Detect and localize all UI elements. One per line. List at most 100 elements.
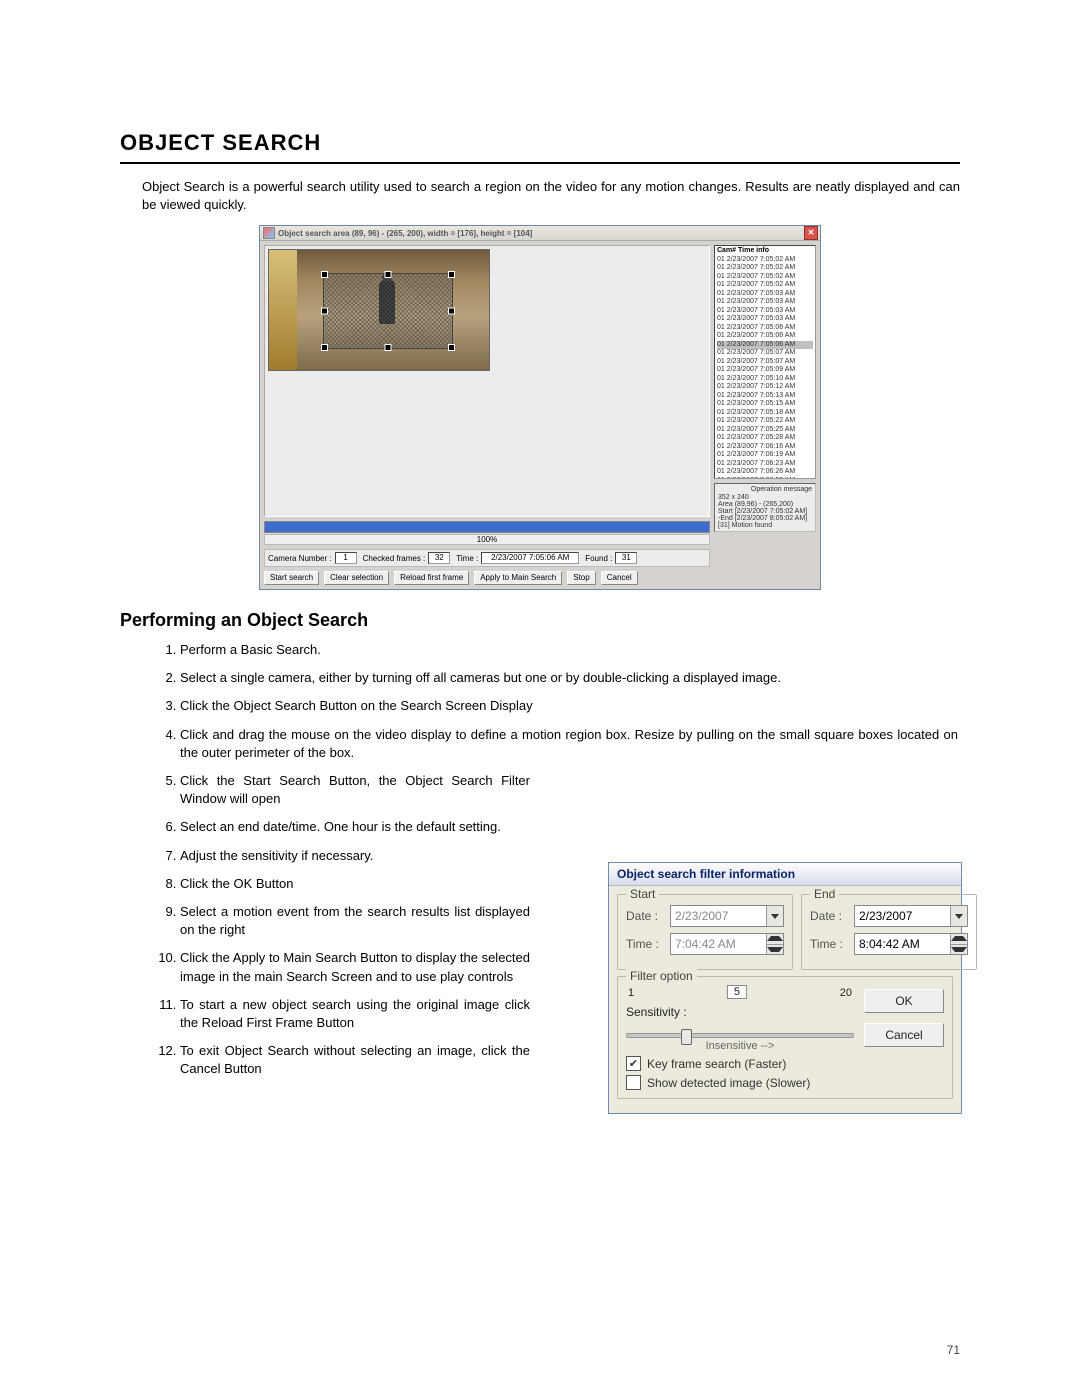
handle-icon[interactable]: [321, 271, 328, 278]
found-label: Found :: [585, 554, 612, 563]
result-row[interactable]: 01 2/23/2007 7:06:29 AM: [717, 477, 813, 480]
step-item: Click the OK Button: [180, 875, 532, 893]
operation-message-title: Operation message: [718, 486, 812, 493]
step-item: Click the Object Search Button on the Se…: [180, 697, 960, 715]
filter-cancel-button[interactable]: Cancel: [864, 1023, 944, 1047]
end-date-label: Date :: [810, 909, 850, 923]
reload-first-frame-button[interactable]: Reload first frame: [394, 571, 469, 585]
checked-frames-label: Checked frames :: [363, 554, 426, 563]
scale-max: 20: [840, 987, 852, 1001]
result-row[interactable]: 01 2/23/2007 7:05:02 AM: [717, 281, 813, 290]
result-row[interactable]: 01 2/23/2007 7:06:19 AM: [717, 451, 813, 460]
handle-icon[interactable]: [448, 271, 455, 278]
step-item: Select a motion event from the search re…: [180, 903, 532, 939]
result-row[interactable]: 01 2/23/2007 7:05:09 AM: [717, 366, 813, 375]
result-row[interactable]: 01 2/23/2007 7:05:10 AM: [717, 375, 813, 384]
result-row[interactable]: 01 2/23/2007 7:05:15 AM: [717, 400, 813, 409]
step-item: To exit Object Search without selecting …: [180, 1042, 532, 1078]
stop-button[interactable]: Stop: [567, 571, 595, 585]
time-value: 2/23/2007 7:05:06 AM: [481, 552, 579, 564]
result-row[interactable]: 01 2/23/2007 7:05:06 AM: [717, 332, 813, 341]
start-search-button[interactable]: Start search: [264, 571, 319, 585]
step-item: Select an end date/time. One hour is the…: [180, 818, 532, 836]
window-titlebar: Object search area (89, 96) - (265, 200)…: [260, 226, 820, 241]
apply-main-search-button[interactable]: Apply to Main Search: [474, 571, 562, 585]
handle-icon[interactable]: [385, 344, 392, 351]
object-search-window: Object search area (89, 96) - (265, 200)…: [259, 225, 821, 590]
time-label: Time :: [456, 554, 478, 563]
show-detected-checkbox[interactable]: [626, 1075, 641, 1090]
end-time-label: Time :: [810, 937, 850, 951]
result-row[interactable]: 01 2/23/2007 7:05:02 AM: [717, 264, 813, 273]
result-row[interactable]: 01 2/23/2007 7:05:06 AM: [717, 341, 813, 350]
close-icon[interactable]: ✕: [804, 226, 818, 240]
start-time-label: Time :: [626, 937, 666, 951]
result-row[interactable]: 01 2/23/2007 7:05:07 AM: [717, 349, 813, 358]
filter-option-group: Filter option 1 5 20 Sensitivity : Insen…: [617, 976, 953, 1099]
result-row[interactable]: 01 2/23/2007 7:05:03 AM: [717, 290, 813, 299]
handle-icon[interactable]: [321, 308, 328, 315]
results-list[interactable]: Cam# Time info 01 2/23/2007 7:05:02 AM01…: [714, 245, 816, 479]
handle-icon[interactable]: [448, 308, 455, 315]
end-date-field[interactable]: 2/23/2007: [854, 905, 968, 927]
result-row[interactable]: 01 2/23/2007 7:05:28 AM: [717, 434, 813, 443]
operation-message-panel: Operation message 352 x 240Area (89,96) …: [714, 483, 816, 532]
slider-thumb-icon[interactable]: [681, 1029, 692, 1045]
result-row[interactable]: 01 2/23/2007 7:05:07 AM: [717, 358, 813, 367]
subheading: Performing an Object Search: [120, 610, 960, 631]
step-item: Click the Start Search Button, the Objec…: [180, 772, 532, 808]
operation-message-line: [31] Motion found: [718, 522, 812, 529]
sensitivity-slider[interactable]: [626, 1033, 854, 1038]
start-date-label: Date :: [626, 909, 666, 923]
progress-label: 100%: [264, 534, 710, 545]
spinner-icon[interactable]: [950, 934, 967, 954]
operation-message-line: Start [2/23/2007 7:05:02 AM]: [718, 508, 812, 515]
show-detected-label: Show detected image (Slower): [647, 1076, 810, 1090]
cancel-button[interactable]: Cancel: [601, 571, 638, 585]
step-item: Perform a Basic Search.: [180, 641, 960, 659]
result-row[interactable]: 01 2/23/2007 7:06:23 AM: [717, 460, 813, 469]
result-row[interactable]: 01 2/23/2007 7:05:06 AM: [717, 324, 813, 333]
handle-icon[interactable]: [321, 344, 328, 351]
spinner-icon: [766, 934, 783, 954]
result-row[interactable]: 01 2/23/2007 7:05:12 AM: [717, 383, 813, 392]
chevron-down-icon[interactable]: [950, 906, 967, 926]
chevron-down-icon: [766, 906, 783, 926]
sensitivity-label: Sensitivity :: [626, 1005, 854, 1019]
results-header: Cam# Time info: [717, 247, 813, 256]
video-thumbnail: [268, 249, 490, 371]
start-group: Start Date : 2/23/2007 Time : 7:04:42 AM: [617, 894, 793, 970]
found-value: 31: [615, 552, 637, 564]
ok-button[interactable]: OK: [864, 989, 944, 1013]
step-item: Click the Apply to Main Search Button to…: [180, 949, 532, 985]
result-row[interactable]: 01 2/23/2007 7:05:22 AM: [717, 417, 813, 426]
result-row[interactable]: 01 2/23/2007 7:05:18 AM: [717, 409, 813, 418]
result-row[interactable]: 01 2/23/2007 7:05:13 AM: [717, 392, 813, 401]
end-time-field[interactable]: 8:04:42 AM: [854, 933, 968, 955]
keyframe-checkbox[interactable]: ✔: [626, 1056, 641, 1071]
result-row[interactable]: 01 2/23/2007 7:06:26 AM: [717, 468, 813, 477]
result-row[interactable]: 01 2/23/2007 7:05:03 AM: [717, 315, 813, 324]
end-group: End Date : 2/23/2007 Time : 8:04:42 AM: [801, 894, 977, 970]
app-icon: [263, 227, 275, 239]
start-legend: Start: [626, 887, 659, 901]
checked-frames-value: 32: [428, 552, 450, 564]
handle-icon[interactable]: [385, 271, 392, 278]
video-display[interactable]: [264, 245, 710, 517]
handle-icon[interactable]: [448, 344, 455, 351]
result-row[interactable]: 01 2/23/2007 7:05:03 AM: [717, 298, 813, 307]
result-row[interactable]: 01 2/23/2007 7:05:02 AM: [717, 256, 813, 265]
result-row[interactable]: 01 2/23/2007 7:06:16 AM: [717, 443, 813, 452]
filter-dialog-title: Object search filter information: [609, 863, 961, 886]
start-time-field: 7:04:42 AM: [670, 933, 784, 955]
keyframe-label: Key frame search (Faster): [647, 1057, 786, 1071]
result-row[interactable]: 01 2/23/2007 7:05:02 AM: [717, 273, 813, 282]
result-row[interactable]: 01 2/23/2007 7:05:03 AM: [717, 307, 813, 316]
clear-selection-button[interactable]: Clear selection: [324, 571, 389, 585]
operation-message-line: -End [2/23/2007 8:05:02 AM]: [718, 515, 812, 522]
result-row[interactable]: 01 2/23/2007 7:05:25 AM: [717, 426, 813, 435]
camera-number-label: Camera Number :: [268, 554, 332, 563]
selection-box[interactable]: [324, 274, 452, 348]
window-title: Object search area (89, 96) - (265, 200)…: [278, 229, 804, 238]
operation-message-line: Area (89,96) - (265,200): [718, 501, 812, 508]
